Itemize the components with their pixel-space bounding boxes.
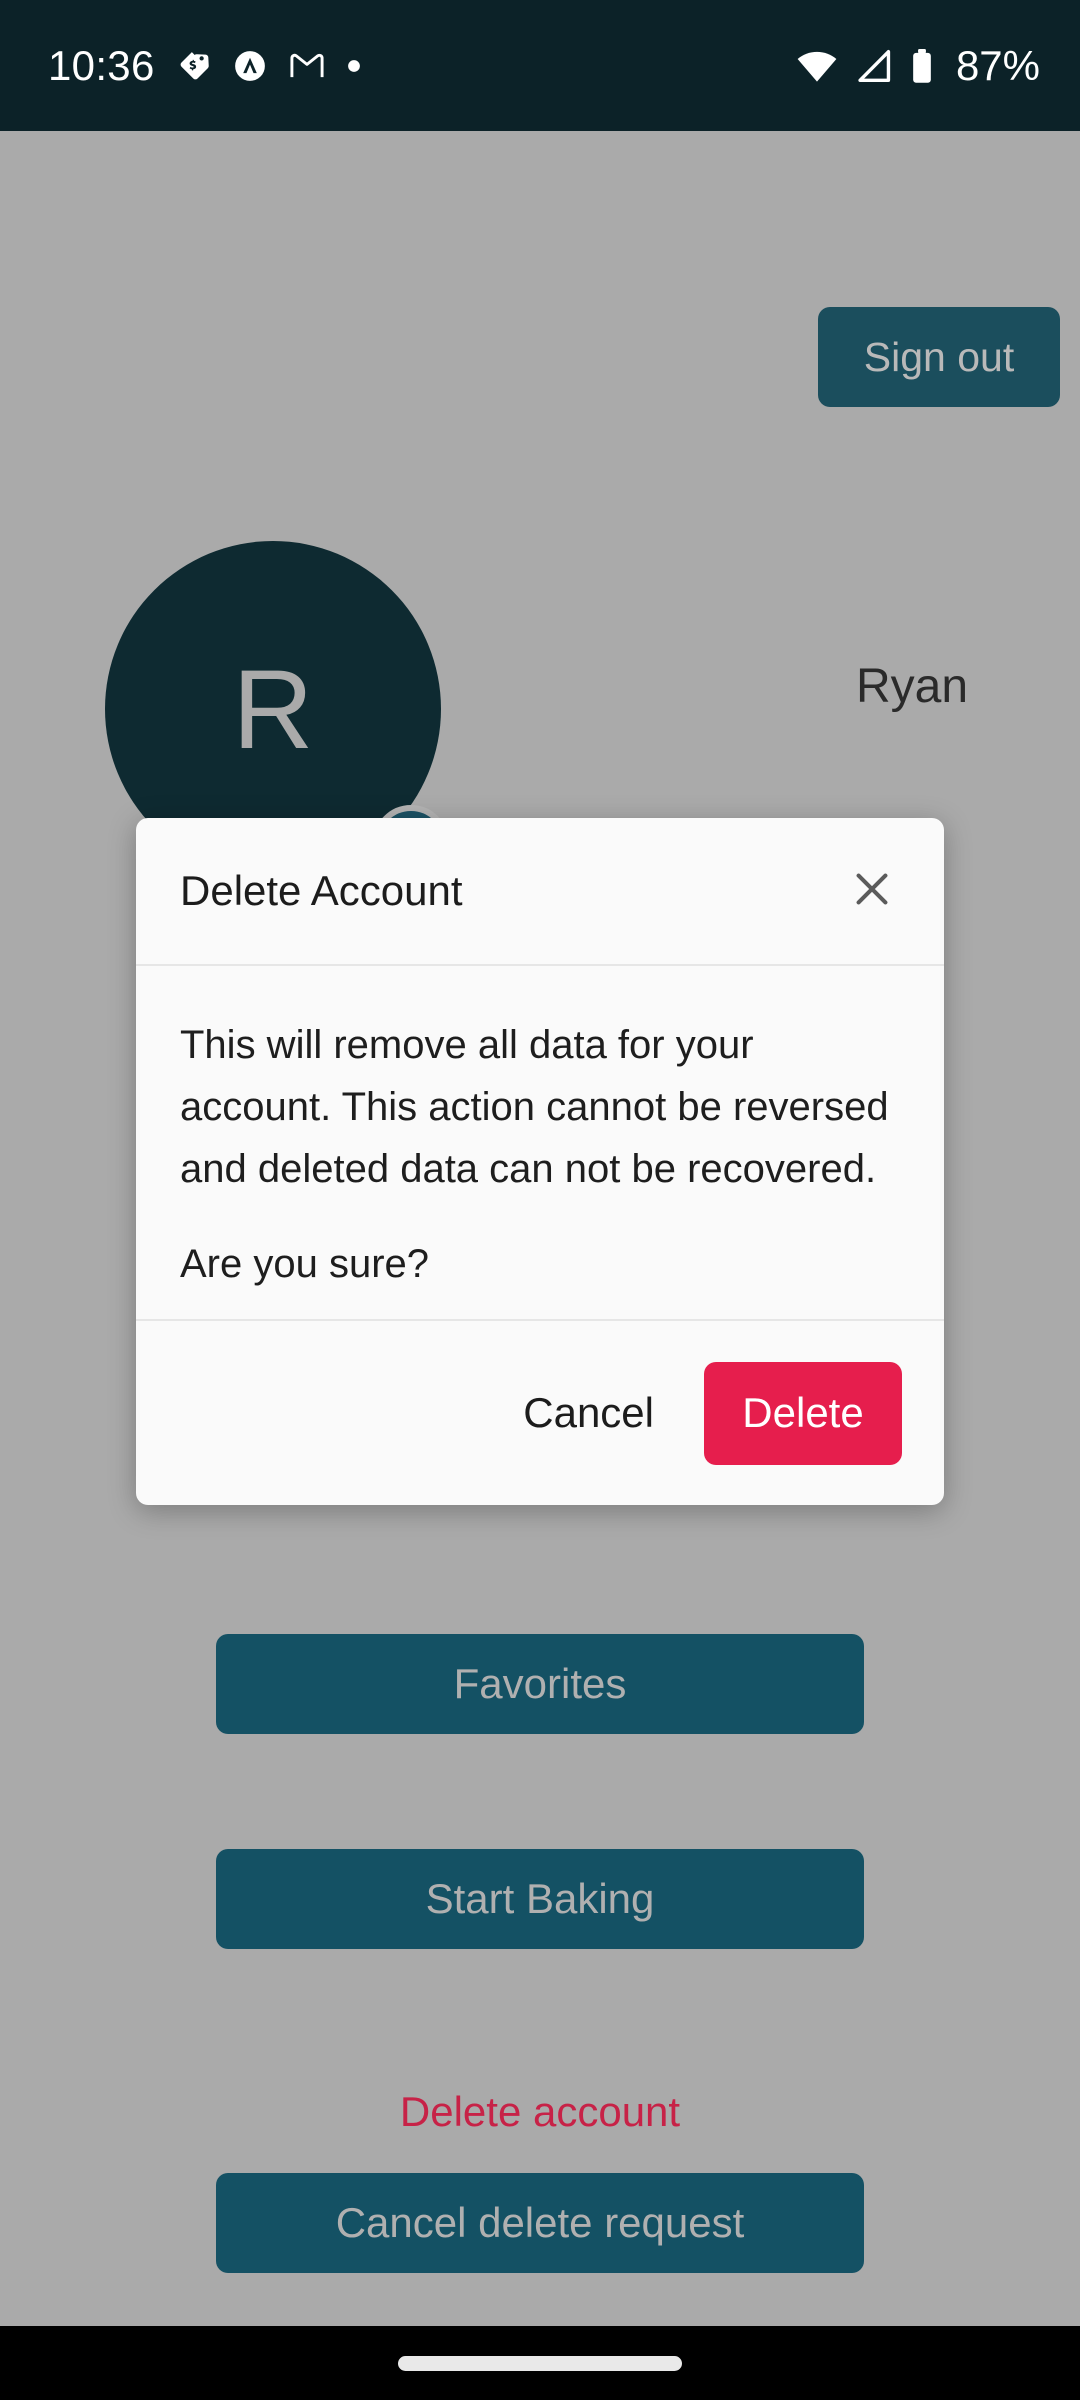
phone-screen: 10:36 87% Sign out R Ryan Favorites Star… xyxy=(0,0,1080,2400)
status-bar-right: 87% xyxy=(796,42,1040,90)
dialog-message: This will remove all data for your accou… xyxy=(180,1023,889,1191)
dialog-question: Are you sure? xyxy=(180,1242,430,1286)
dot-icon xyxy=(347,59,361,73)
battery-percent-label: 87% xyxy=(955,41,1040,89)
status-clock: 10:36 xyxy=(48,41,155,89)
favorites-button[interactable]: Favorites xyxy=(216,1634,864,1734)
close-icon xyxy=(849,866,895,917)
status-bar-left: 10:36 xyxy=(48,42,361,90)
cancel-delete-request-button[interactable]: Cancel delete request xyxy=(216,2173,864,2273)
dialog-title: Delete Account xyxy=(180,867,463,914)
delete-account-link[interactable]: Delete account xyxy=(0,2088,1080,2136)
profile-name: Ryan xyxy=(856,660,969,713)
gesture-pill[interactable] xyxy=(398,2355,682,2371)
gmail-icon xyxy=(289,51,325,81)
dialog-body: This will remove all data for your accou… xyxy=(136,966,944,1319)
circle-chevron-icon xyxy=(233,49,267,83)
delete-account-dialog: Delete Account This will remove all data… xyxy=(136,818,944,1505)
dialog-header: Delete Account xyxy=(136,818,944,966)
start-baking-button[interactable]: Start Baking xyxy=(216,1849,864,1949)
gesture-navigation-area xyxy=(0,2326,1080,2400)
price-tag-icon xyxy=(177,49,211,83)
wifi-icon xyxy=(796,49,838,83)
battery-icon xyxy=(910,48,934,84)
cancel-button[interactable]: Cancel xyxy=(523,1389,654,1437)
sign-out-button[interactable]: Sign out xyxy=(818,307,1060,407)
delete-button[interactable]: Delete xyxy=(704,1361,902,1465)
status-bar: 10:36 87% xyxy=(0,0,1080,131)
dialog-footer: Cancel Delete xyxy=(136,1319,944,1505)
close-button[interactable] xyxy=(840,859,904,923)
signal-icon xyxy=(855,49,893,83)
